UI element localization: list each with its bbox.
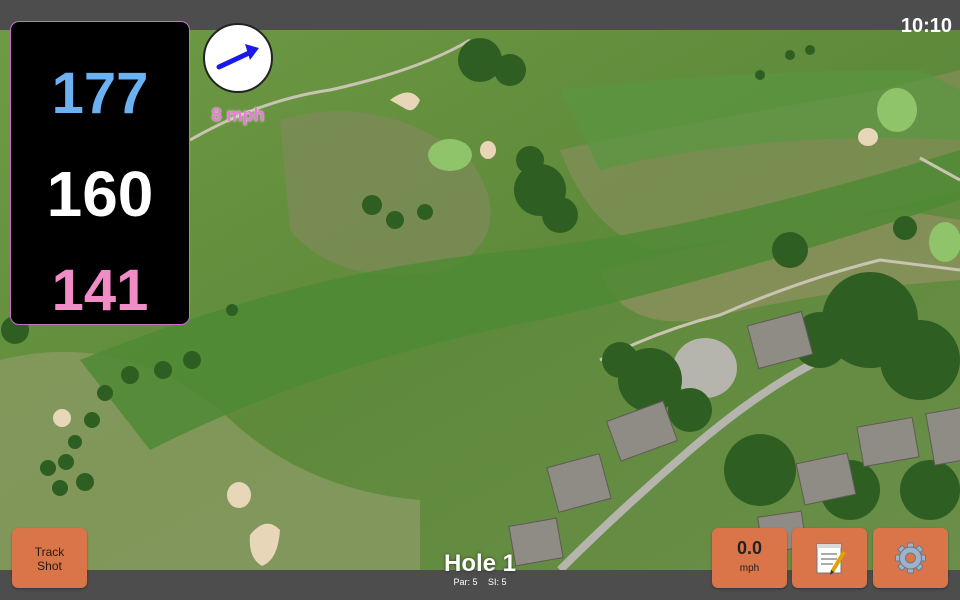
track-shot-label-line1: Track: [34, 545, 65, 559]
speed-value: 0.0: [736, 538, 763, 558]
wind-speed-label: 8 mph: [211, 105, 265, 125]
hole-stroke-index: SI: 5: [488, 577, 507, 587]
settings-button[interactable]: [873, 528, 948, 588]
middle-distance: 160: [46, 158, 154, 230]
arrow-right-up-icon: [216, 44, 259, 70]
status-time: 10:10: [900, 15, 952, 37]
speed-unit: mph: [739, 563, 760, 574]
speed-button[interactable]: 0.0 mph: [712, 528, 787, 588]
hole-title: Hole 1: [443, 550, 517, 577]
track-shot-button[interactable]: Track Shot: [12, 528, 87, 588]
wind-indicator: [203, 23, 273, 93]
memo-icon: [816, 543, 846, 575]
hole-par: Par: 5: [453, 577, 478, 587]
notes-button[interactable]: [792, 528, 867, 588]
back-distance: 177: [51, 61, 149, 126]
front-distance: 141: [51, 258, 149, 323]
track-shot-label-line2: Shot: [37, 559, 62, 573]
distance-panel: 177 160 141: [11, 22, 189, 324]
hole-info: Par: 5 SI: 5: [420, 577, 540, 587]
gear-icon: [895, 542, 926, 574]
